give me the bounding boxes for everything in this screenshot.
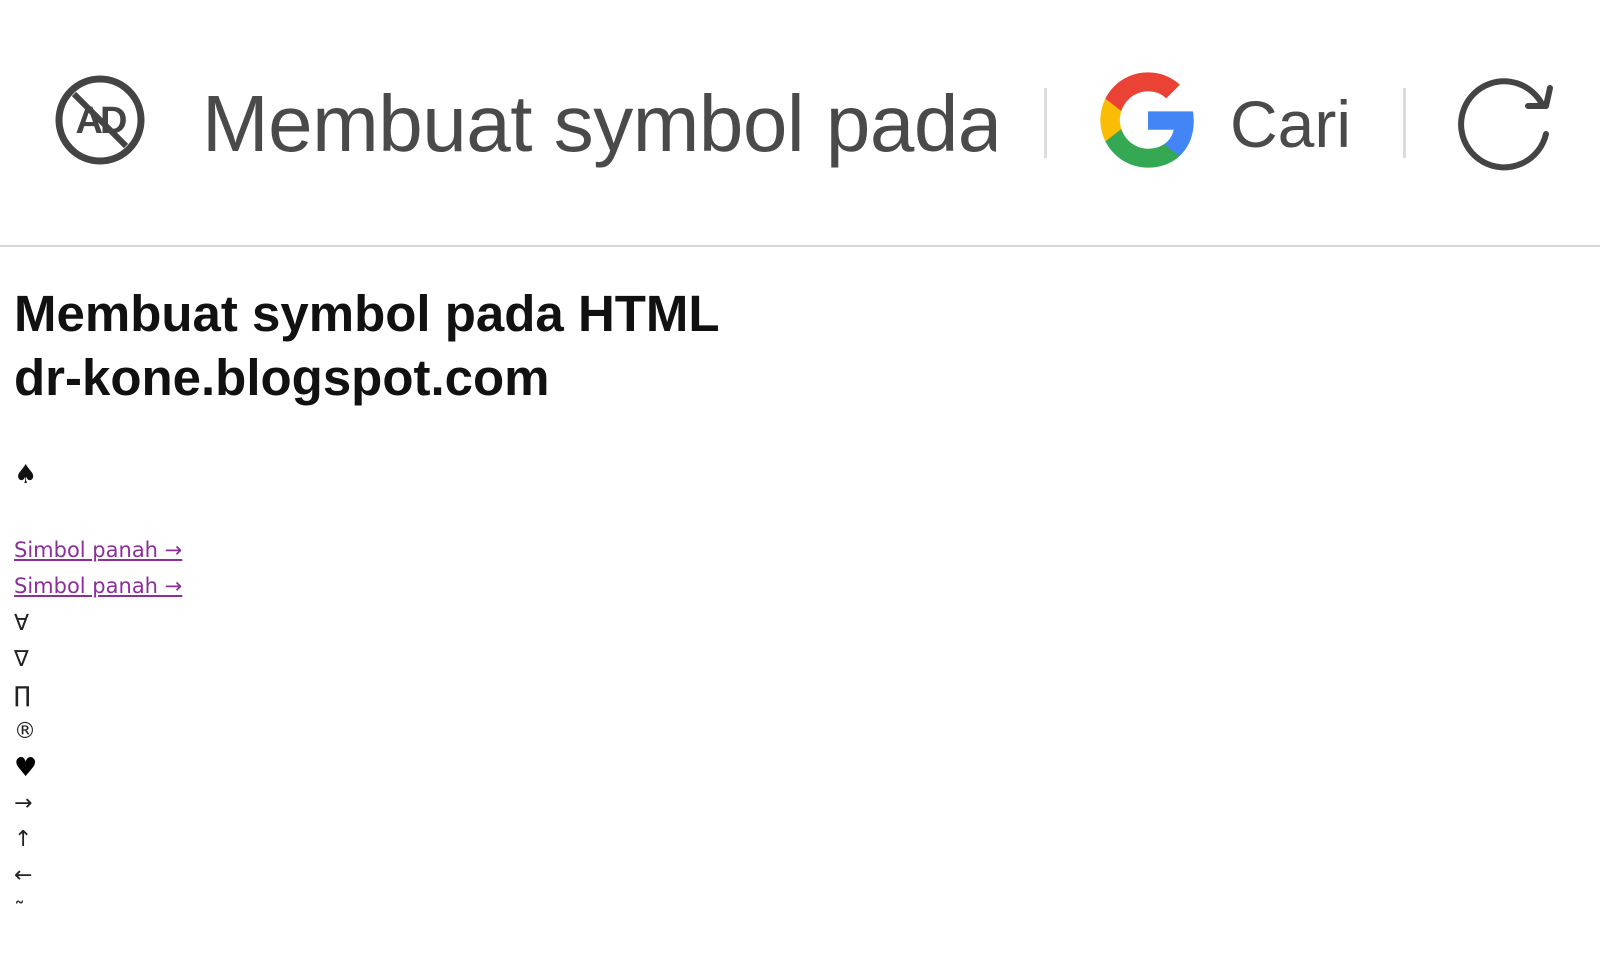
product-symbol: ∏ [14, 683, 31, 708]
up-arrow-symbol: ↑ [14, 827, 33, 852]
ad-block-icon[interactable]: AD [52, 72, 148, 168]
right-arrow-symbol: → [14, 791, 33, 816]
left-arrow-symbol: ← [14, 863, 33, 888]
symbol-list: ∀ ∇ ∏ ® ♥ → ↑ ← ˜ [14, 606, 1574, 930]
nabla-symbol: ∇ [14, 647, 29, 672]
spade-symbol: ♠ [14, 460, 38, 490]
browser-toolbar: AD Membuat symbol pada HTML Cari [0, 0, 1600, 247]
reload-icon[interactable] [1450, 70, 1560, 174]
search-button-label[interactable]: Cari [1230, 84, 1351, 164]
page-content: Membuat symbol pada HTML dr-kone.blogspo… [14, 282, 1574, 930]
heart-symbol: ♥ [14, 753, 38, 783]
page-heading: Membuat symbol pada HTML dr-kone.blogspo… [14, 282, 1574, 410]
registered-symbol: ® [14, 719, 36, 744]
divider [1403, 88, 1406, 158]
arrow-symbol-link[interactable]: Simbol panah → [14, 568, 1574, 604]
page-title[interactable]: Membuat symbol pada HTML [202, 74, 996, 174]
heading-title: Membuat symbol pada HTML [14, 285, 720, 342]
tilde-symbol: ˜ [14, 899, 25, 924]
divider [1044, 88, 1047, 158]
arrow-symbol-link[interactable]: Simbol panah → [14, 532, 1574, 568]
forall-symbol: ∀ [14, 611, 30, 636]
heading-site: dr-kone.blogspot.com [14, 349, 550, 406]
google-logo-icon[interactable] [1096, 68, 1200, 172]
symbol-links: Simbol panah → Simbol panah → [14, 532, 1574, 604]
